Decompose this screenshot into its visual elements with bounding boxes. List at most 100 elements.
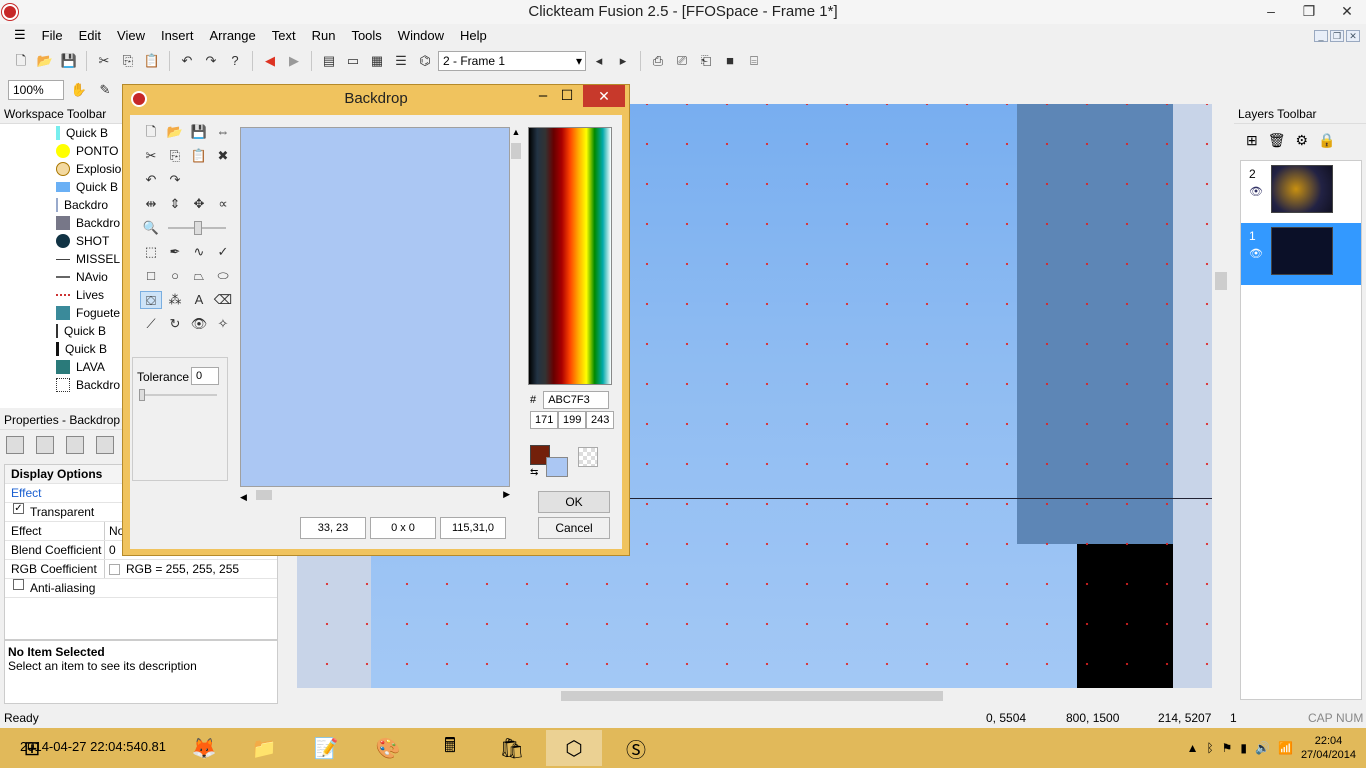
tree-item[interactable]: Backdro <box>0 196 124 214</box>
calculator-icon[interactable]: 🖩 <box>422 730 478 766</box>
vertical-scrollbar[interactable]: ▲ <box>510 127 522 483</box>
mdi-close-button[interactable]: ✕ <box>1346 30 1360 42</box>
scroll-thumb[interactable] <box>511 143 521 159</box>
transparency-icon[interactable]: ∝ <box>212 195 234 213</box>
clickteam-fusion-icon[interactable]: ⬡ <box>546 730 602 766</box>
redo-icon[interactable]: ↷ <box>200 50 222 72</box>
size-tab-icon[interactable] <box>66 436 84 454</box>
link-icon[interactable]: ⇔ <box>212 123 234 141</box>
antialiasing-checkbox[interactable] <box>13 579 24 590</box>
scroll-thumb[interactable] <box>561 691 943 701</box>
layer-item[interactable]: 2 👁 <box>1241 161 1361 223</box>
menu-insert[interactable]: Insert <box>153 28 202 43</box>
eye-icon[interactable]: 👁 <box>1249 247 1263 260</box>
new-icon[interactable]: 🗋 <box>140 123 162 141</box>
resize-icon[interactable]: ✥ <box>188 195 210 213</box>
zoom-slider[interactable] <box>164 219 226 237</box>
menu-run[interactable]: Run <box>304 28 344 43</box>
open-icon[interactable]: 📂 <box>34 50 56 72</box>
transparent-checkbox[interactable]: ✓ <box>13 503 24 514</box>
menu-edit[interactable]: Edit <box>71 28 109 43</box>
frame-editor-icon[interactable]: ▭ <box>342 50 364 72</box>
tray-expand-icon[interactable]: ▲ <box>1187 741 1199 755</box>
open-icon[interactable]: 📂 <box>164 123 186 141</box>
ok-button[interactable]: OK <box>538 491 610 513</box>
fill-icon[interactable]: ⛋ <box>140 291 162 309</box>
flag-icon[interactable]: ⚑ <box>1222 741 1233 755</box>
hotspot-icon[interactable]: ✧ <box>212 315 234 333</box>
tree-item[interactable]: Backdro <box>0 376 124 394</box>
scroll-thumb[interactable] <box>1215 272 1227 290</box>
tree-item[interactable]: Quick B <box>0 178 124 196</box>
scroll-thumb[interactable] <box>256 490 272 500</box>
tolerance-slider[interactable] <box>141 394 217 396</box>
undo-icon[interactable]: ↶ <box>176 50 198 72</box>
ellipse-icon[interactable]: ○ <box>164 267 186 285</box>
lock-icon[interactable]: 🔒 <box>1318 132 1335 149</box>
frame-select[interactable]: 2 - Frame 1 <box>438 51 586 71</box>
volume-icon[interactable]: 🔊 <box>1255 741 1270 755</box>
tree-item[interactable]: Explosio <box>0 160 124 178</box>
tree-item[interactable]: Quick B <box>0 322 124 340</box>
stop-icon[interactable]: ■ <box>719 50 741 72</box>
next-frame-icon[interactable]: ▸ <box>612 50 634 72</box>
tolerance-input[interactable]: 0 <box>191 367 219 385</box>
explorer-icon[interactable]: 📁 <box>236 730 292 766</box>
drawing-area[interactable] <box>240 127 510 487</box>
tree-item[interactable]: NAvio <box>0 268 124 286</box>
notepad-icon[interactable]: 📝 <box>298 730 354 766</box>
eye-icon[interactable]: 👁 <box>188 315 210 333</box>
data-elements-icon[interactable]: ⌬ <box>414 50 436 72</box>
skype-icon[interactable]: Ⓢ <box>608 730 664 766</box>
network-icon[interactable]: 📶 <box>1278 741 1293 755</box>
add-layer-icon[interactable]: ⊞ <box>1246 132 1258 149</box>
tree-item[interactable]: PONTO <box>0 142 124 160</box>
minimize-button[interactable]: – <box>1252 0 1290 22</box>
background-color-swatch[interactable] <box>546 457 568 477</box>
rectangle-icon[interactable]: □ <box>140 267 162 285</box>
pipette-icon[interactable]: ✒ <box>164 243 186 261</box>
flip-horizontal-icon[interactable]: ⇹ <box>140 195 162 213</box>
rotate-icon[interactable]: ↻ <box>164 315 186 333</box>
cut-icon[interactable]: ✂ <box>140 147 162 165</box>
eye-icon[interactable]: 👁 <box>1249 185 1263 198</box>
select-rect-icon[interactable]: ⬚ <box>140 243 162 261</box>
draw-icon[interactable]: ✎ <box>94 79 116 101</box>
tree-item[interactable]: LAVA <box>0 358 124 376</box>
tree-item[interactable]: Quick B <box>0 340 124 358</box>
polygon-icon[interactable]: ⏢ <box>188 267 210 285</box>
layer-options-icon[interactable]: ⚙ <box>1296 132 1309 149</box>
horizontal-scrollbar[interactable]: ◀ ▶ <box>240 489 510 502</box>
tree-item[interactable]: Backdro <box>0 214 124 232</box>
canvas-horizontal-scrollbar[interactable] <box>297 688 1212 704</box>
storyboard-icon[interactable]: ▤ <box>318 50 340 72</box>
firefox-icon[interactable]: 🦊 <box>176 730 232 766</box>
back-icon[interactable]: ◀ <box>259 50 281 72</box>
dialog-maximize-button[interactable]: ☐ <box>555 87 579 104</box>
event-list-icon[interactable]: ☰ <box>390 50 412 72</box>
menu-help[interactable]: Help <box>452 28 495 43</box>
dialog-close-button[interactable]: ✕ <box>583 85 625 107</box>
debug-icon[interactable]: ⌸ <box>743 50 765 72</box>
hex-input[interactable]: ABC7F3 <box>543 391 610 409</box>
menu-icon[interactable]: ☰ <box>6 27 34 43</box>
run-build-icon[interactable]: ⎗ <box>695 50 717 72</box>
green-input[interactable]: 199 <box>558 411 586 429</box>
paint-icon[interactable]: 🎨 <box>360 730 416 766</box>
dialog-minimize-button[interactable]: – <box>531 87 555 104</box>
tree-item[interactable]: Foguete <box>0 304 124 322</box>
paste-icon[interactable]: 📋 <box>188 147 210 165</box>
redo-icon[interactable]: ↷ <box>164 171 186 189</box>
menu-text[interactable]: Text <box>264 28 304 43</box>
runtime-tab-icon[interactable] <box>96 436 114 454</box>
zoom-icon[interactable]: 🔍 <box>140 219 162 237</box>
settings-tab-icon[interactable] <box>6 436 24 454</box>
text-icon[interactable]: A <box>188 291 210 309</box>
menu-tools[interactable]: Tools <box>343 28 389 43</box>
bluetooth-icon[interactable]: ᛒ <box>1206 741 1213 755</box>
spray-icon[interactable]: ⁂ <box>164 291 186 309</box>
tree-item[interactable]: MISSEL <box>0 250 124 268</box>
shape-icon[interactable]: ⬭ <box>212 267 234 285</box>
line-icon[interactable]: ⟋ <box>140 315 162 333</box>
display-tab-icon[interactable] <box>36 436 54 454</box>
